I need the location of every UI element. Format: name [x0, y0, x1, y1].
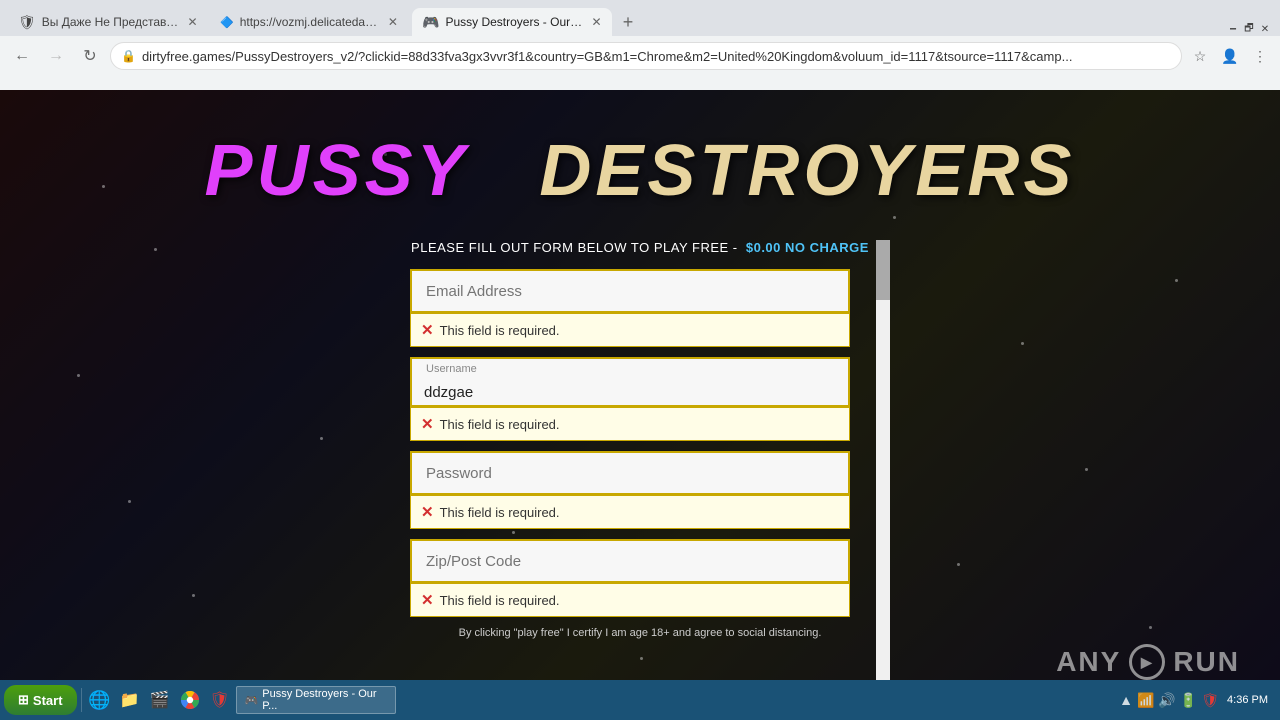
taskbar-tab-label: Pussy Destroyers - Our P...	[262, 688, 386, 712]
new-tab-button[interactable]: +	[614, 8, 642, 36]
page-content: PUSSY DESTROYERS PLEASE FILL OUT FORM BE…	[0, 90, 1280, 720]
form-container: PLEASE FILL OUT FORM BELOW TO PLAY FREE …	[410, 240, 870, 639]
username-error-text: This field is required.	[440, 417, 560, 432]
password-error-text: This field is required.	[440, 505, 560, 520]
username-error-row: ✕ This field is required.	[410, 407, 850, 441]
anyrun-text-run: RUN	[1173, 646, 1240, 678]
zip-error-text: This field is required.	[440, 593, 560, 608]
taskbar-folder-icon[interactable]: 📁	[116, 686, 144, 714]
start-button[interactable]: ⊞ Start	[4, 685, 77, 715]
tabs-bar: 🛡 Вы Даже Не Представляете Что Н... ✕ 🔷 …	[0, 0, 1280, 36]
tab-3-label: Pussy Destroyers - Our Porn Games...	[445, 15, 585, 29]
username-input[interactable]	[424, 384, 836, 401]
taskbar-ie-icon[interactable]: 🌐	[86, 686, 114, 714]
tab-1[interactable]: 🛡 Вы Даже Не Представляете Что Н... ✕	[8, 8, 208, 36]
anyrun-watermark: ANY ▶ RUN	[1056, 644, 1240, 680]
tab-1-close[interactable]: ✕	[187, 14, 198, 30]
tray-icon-sound: 🔊	[1158, 692, 1175, 709]
menu-button[interactable]: ⋮	[1248, 44, 1272, 68]
password-field-group	[410, 451, 870, 495]
password-input[interactable]	[410, 451, 850, 495]
anyrun-play-icon: ▶	[1129, 644, 1165, 680]
minimize-button[interactable]: 🗕	[1226, 22, 1240, 36]
tab-2-close[interactable]: ✕	[386, 14, 400, 30]
title-word1: PUSSY	[205, 131, 468, 211]
email-input[interactable]	[410, 269, 850, 313]
password-error-icon: ✕	[421, 503, 434, 521]
tray-icon-network: 📶	[1137, 692, 1154, 709]
start-icon: ⊞	[18, 692, 29, 708]
taskbar-chrome-icon[interactable]	[176, 686, 204, 714]
tab-1-label: Вы Даже Не Представляете Что Н...	[42, 15, 181, 29]
taskbar-tab-icon: 🎮	[245, 694, 259, 707]
zip-error-row: ✕ This field is required.	[410, 583, 850, 617]
form-subtitle: PLEASE FILL OUT FORM BELOW TO PLAY FREE …	[411, 240, 738, 255]
refresh-button[interactable]: ↻	[76, 42, 104, 70]
close-button[interactable]: ✕	[1258, 22, 1272, 36]
taskbar-time: 4:36 PM	[1227, 694, 1268, 706]
tab-2[interactable]: 🔷 https://vozmj.delicatedates.net/c/d...…	[210, 8, 410, 36]
taskbar-tray: ▲ 📶 🔊 🔋 🛡 4:36 PM	[1119, 692, 1276, 709]
email-error-icon: ✕	[421, 321, 434, 339]
username-label: Username	[426, 363, 477, 375]
password-error-row: ✕ This field is required.	[410, 495, 850, 529]
username-error-icon: ✕	[421, 415, 434, 433]
browser-window: 🛡 Вы Даже Не Представляете Что Н... ✕ 🔷 …	[0, 0, 1280, 90]
address-bar-wrap[interactable]: 🔒	[110, 42, 1182, 70]
zip-error-icon: ✕	[421, 591, 434, 609]
taskbar-separator-1	[81, 688, 82, 712]
taskbar-active-tab[interactable]: 🎮 Pussy Destroyers - Our P...	[236, 686, 396, 714]
tray-icon-1: ▲	[1119, 692, 1133, 709]
taskbar: ⊞ Start 🌐 📁 🎬 🛡 🎮 Pussy Destroyers - Our…	[0, 680, 1280, 720]
username-field-wrap[interactable]: Username	[410, 357, 850, 407]
email-error-text: This field is required.	[440, 323, 560, 338]
zip-field-group	[410, 539, 870, 583]
email-field-group	[410, 269, 870, 313]
title-word2: DESTROYERS	[539, 131, 1075, 211]
bookmark-button[interactable]: ☆	[1188, 44, 1212, 68]
tab-1-icon: 🛡	[18, 14, 36, 31]
zip-input[interactable]	[410, 539, 850, 583]
email-error-row: ✕ This field is required.	[410, 313, 850, 347]
forward-button[interactable]: →	[42, 42, 70, 70]
taskbar-shield-icon[interactable]: 🛡	[206, 686, 234, 714]
tab-2-icon: 🔷	[220, 16, 234, 29]
tab-3-icon: 🎮	[422, 14, 439, 31]
scroll-thumb[interactable]	[876, 240, 890, 300]
address-bar-input[interactable]	[142, 49, 1171, 64]
profile-button[interactable]: 👤	[1218, 44, 1242, 68]
lock-icon: 🔒	[121, 49, 136, 63]
form-price: $0.00 NO CHARGE	[746, 240, 869, 255]
tray-icon-battery: 🔋	[1180, 692, 1197, 709]
tray-icon-shield-red: 🛡	[1201, 692, 1219, 709]
back-button[interactable]: ←	[8, 42, 36, 70]
maximize-button[interactable]: 🗗	[1242, 22, 1256, 36]
form-footer: By clicking "play free" I certify I am a…	[410, 627, 870, 639]
scroll-track[interactable]	[876, 240, 890, 700]
tab-3-close[interactable]: ✕	[591, 14, 602, 30]
anyrun-text-any: ANY	[1056, 646, 1121, 678]
nav-bar: ← → ↻ 🔒 ☆ 👤 ⋮	[0, 36, 1280, 76]
tab-3[interactable]: 🎮 Pussy Destroyers - Our Porn Games... ✕	[412, 8, 612, 36]
taskbar-media-icon[interactable]: 🎬	[146, 686, 174, 714]
start-label: Start	[33, 693, 63, 708]
form-header: PLEASE FILL OUT FORM BELOW TO PLAY FREE …	[410, 240, 870, 255]
tab-2-label: https://vozmj.delicatedates.net/c/d...	[240, 15, 380, 29]
page-title: PUSSY DESTROYERS	[205, 130, 1076, 212]
tray-icons: ▲ 📶 🔊 🔋 🛡	[1119, 692, 1219, 709]
